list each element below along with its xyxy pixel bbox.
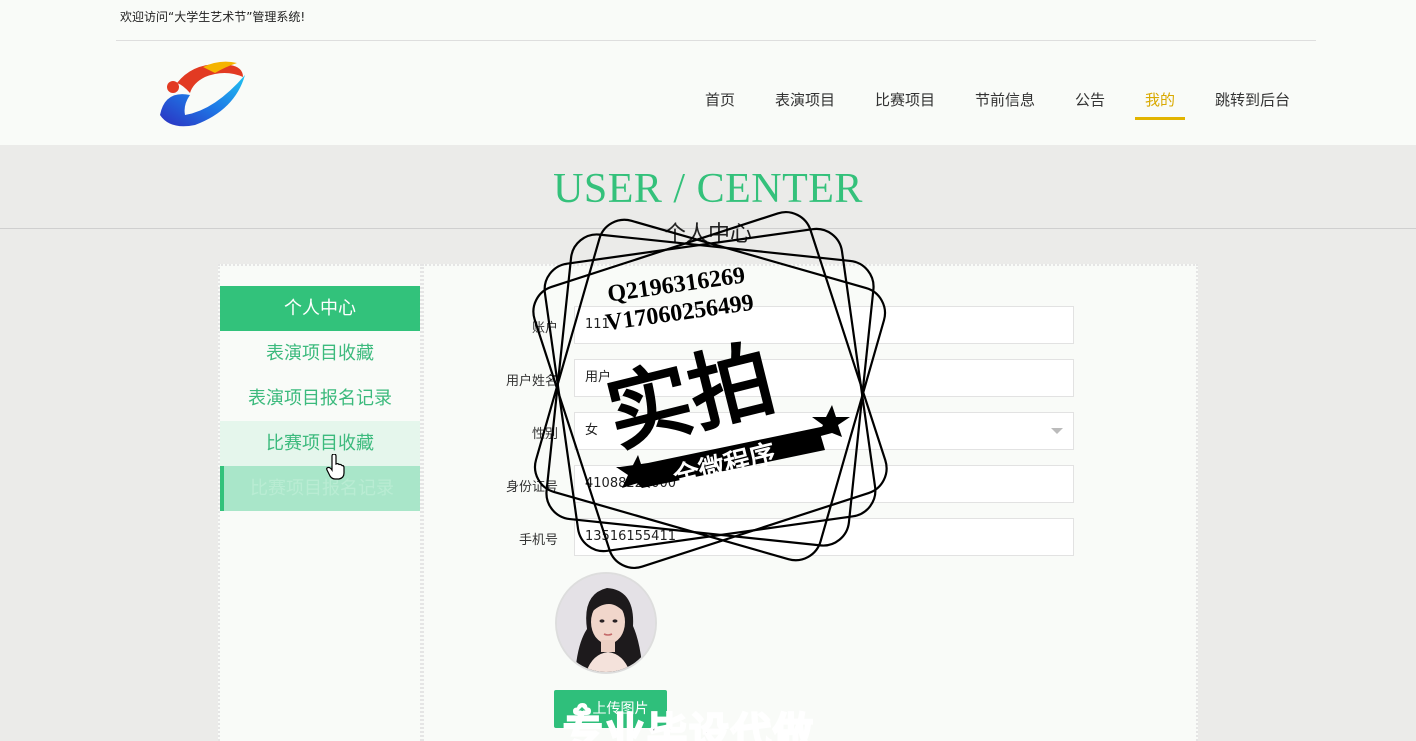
page-subtitle: 个人中心: [663, 222, 752, 247]
page-title: USER / CENTER: [553, 166, 863, 212]
sidebar-item-competition-favorites[interactable]: 比赛项目收藏: [220, 421, 420, 466]
nav-competition[interactable]: 比赛项目: [875, 90, 935, 120]
sidebar-item-performance-favorites[interactable]: 表演项目收藏: [220, 331, 420, 376]
nav-festival-info[interactable]: 节前信息: [975, 90, 1035, 120]
nav-backend[interactable]: 跳转到后台: [1215, 90, 1290, 120]
gender-label: 性别: [531, 427, 558, 442]
id-number-label: 身份证号: [505, 480, 558, 495]
phone-field[interactable]: 13516155411: [574, 518, 1074, 556]
gender-value: 女: [585, 423, 599, 438]
logo-icon[interactable]: [155, 55, 250, 130]
id-number-field[interactable]: 41088220000: [574, 465, 1074, 503]
avatar-photo-icon: [557, 574, 655, 672]
sidebar-item-user-center[interactable]: 个人中心: [220, 286, 420, 331]
watermark-bottom: 专业毕设代做: [562, 709, 815, 741]
welcome-text: 欢迎访问“大学生艺术节”管理系统!: [120, 10, 306, 24]
top-header: 欢迎访问“大学生艺术节”管理系统! 首页 表演项目 比赛项目 节前信息 公告 我…: [0, 0, 1416, 145]
avatar: [555, 572, 657, 674]
sidebar-item-competition-signups[interactable]: 比赛项目报名记录: [220, 466, 420, 511]
sidebar-item-performance-signups[interactable]: 表演项目报名记录: [220, 376, 420, 421]
nav-home[interactable]: 首页: [705, 90, 735, 120]
username-label: 用户姓名: [505, 374, 558, 389]
hand-cursor-icon: [326, 454, 345, 480]
account-label: 账户: [531, 321, 558, 336]
sidebar: 个人中心 表演项目收藏 表演项目报名记录 比赛项目收藏 比赛项目报名记录: [218, 264, 422, 741]
nav-mine[interactable]: 我的: [1134, 90, 1186, 120]
header-divider: [116, 40, 1316, 41]
nav-notice[interactable]: 公告: [1075, 90, 1105, 120]
nav-performance[interactable]: 表演项目: [775, 90, 835, 120]
chevron-down-icon: [1051, 428, 1063, 434]
phone-label: 手机号: [518, 533, 558, 548]
